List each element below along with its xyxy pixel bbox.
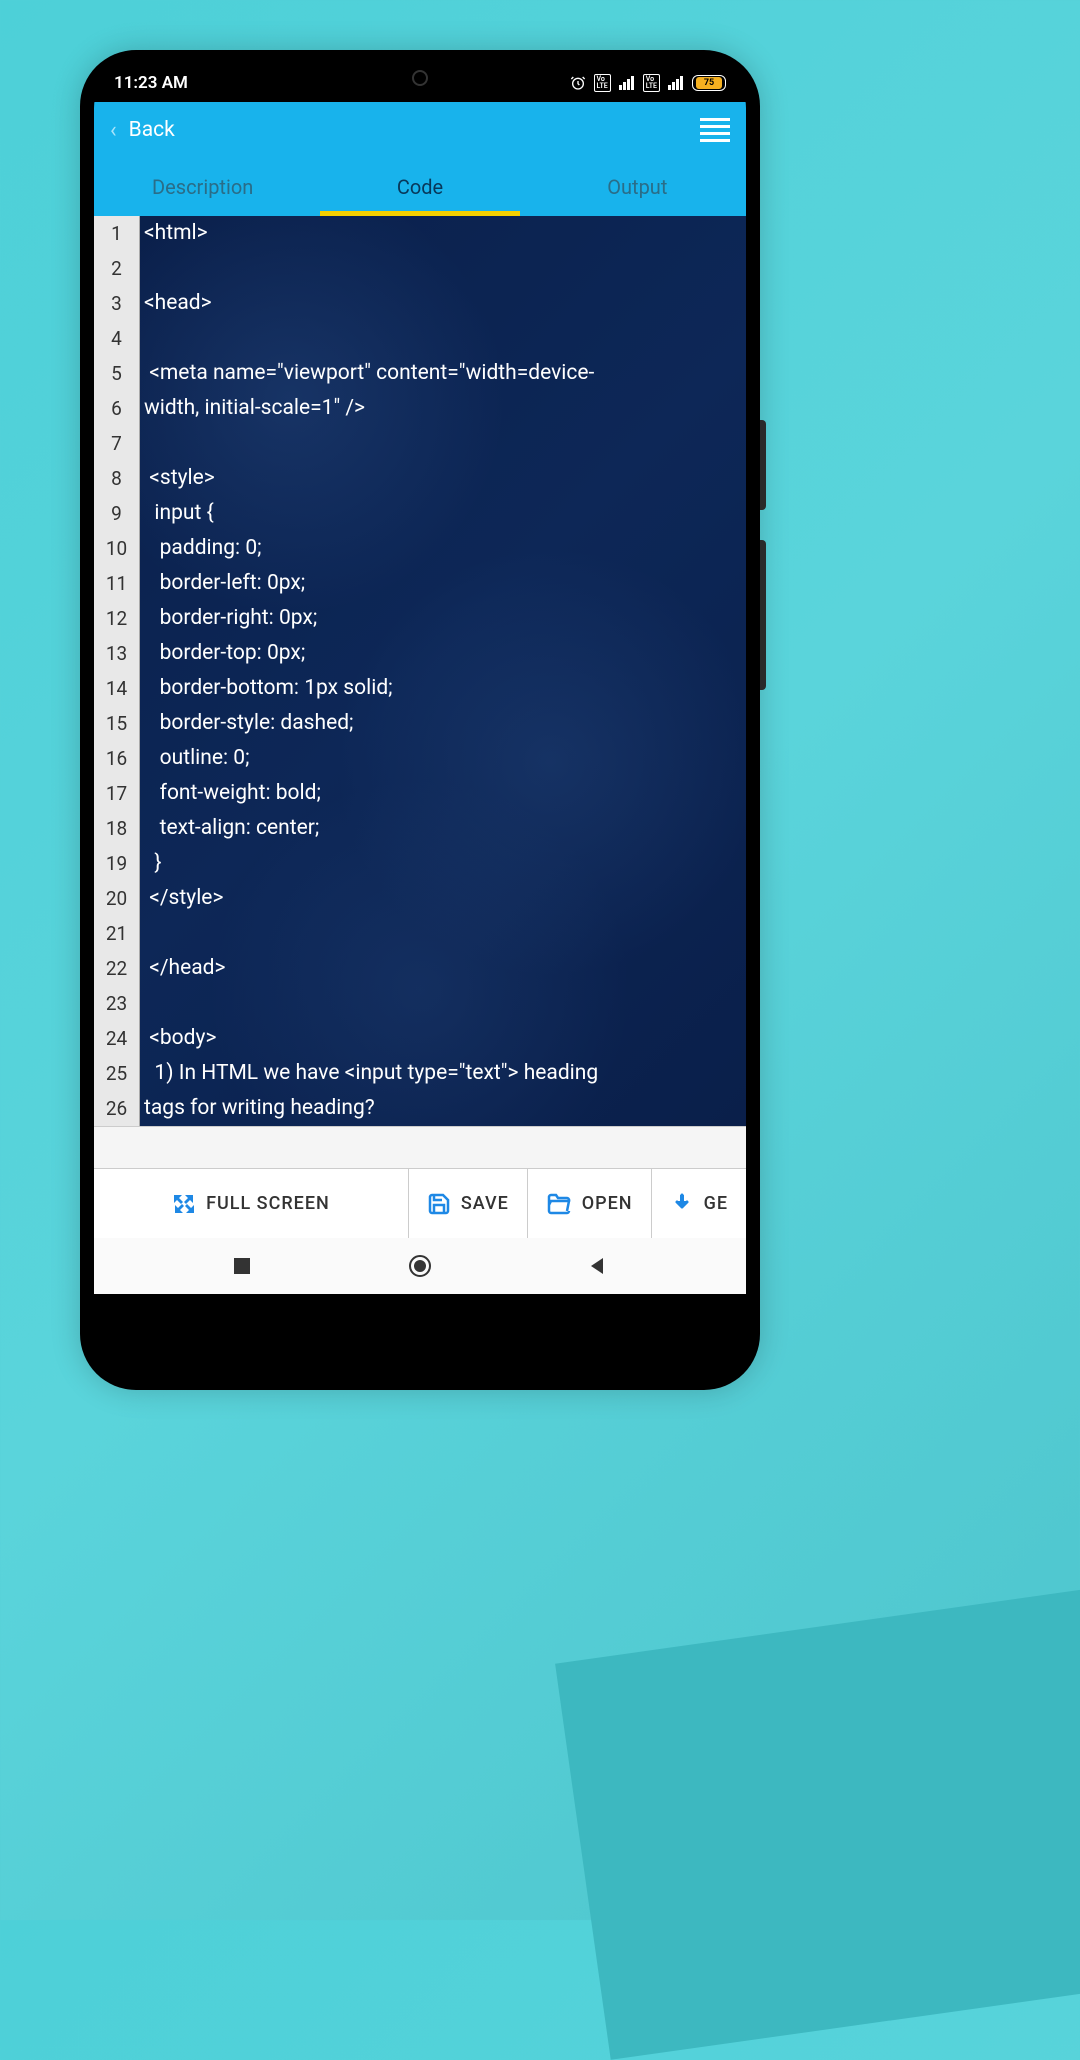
tab-label: Output	[607, 175, 667, 199]
line-number: 21	[94, 916, 139, 951]
button-label: GE	[704, 1193, 728, 1214]
android-nav-bar	[94, 1238, 746, 1294]
code-line: <meta name="viewport" content="width=dev…	[144, 356, 742, 391]
code-line: border-style: dashed;	[144, 706, 742, 741]
tab-code[interactable]: Code	[311, 158, 528, 216]
signal-icon-1	[619, 76, 635, 90]
phone-frame: 11:23 AM VoLTE VoLTE 75	[80, 50, 760, 1390]
battery-level: 75	[696, 77, 722, 89]
save-icon	[427, 1192, 451, 1216]
bottom-toolbar: FULL SCREEN SAVE OPEN GE	[94, 1168, 746, 1238]
get-button[interactable]: GE	[652, 1169, 746, 1238]
nav-back-button[interactable]	[588, 1256, 608, 1276]
line-number: 6	[94, 391, 139, 426]
code-line: <head>	[144, 286, 742, 321]
code-line: border-right: 0px;	[144, 601, 742, 636]
line-number: 23	[94, 986, 139, 1021]
code-line	[144, 251, 742, 286]
code-line: width, initial-scale=1" />	[144, 391, 742, 426]
code-content[interactable]: <html> <head> <meta name="viewport" conte…	[140, 216, 746, 1126]
signal-icon-2	[668, 76, 684, 90]
download-icon	[670, 1192, 694, 1216]
bottom-spacer	[94, 1126, 746, 1168]
code-editor[interactable]: 1234567891011121314151617181920212223242…	[94, 216, 746, 1126]
line-number: 10	[94, 531, 139, 566]
button-label: FULL SCREEN	[206, 1193, 330, 1214]
phone-notch	[320, 64, 520, 92]
code-line: }	[144, 846, 742, 881]
phone-side-button	[760, 420, 766, 510]
fullscreen-icon	[172, 1192, 196, 1216]
code-line: <body>	[144, 1021, 742, 1056]
app-header: ‹ Back	[94, 102, 746, 158]
code-line: border-bottom: 1px solid;	[144, 671, 742, 706]
code-line	[144, 916, 742, 951]
line-number: 5	[94, 356, 139, 391]
code-line: font-weight: bold;	[144, 776, 742, 811]
line-number: 25	[94, 1056, 139, 1091]
button-label: SAVE	[461, 1193, 509, 1214]
back-label: Back	[129, 118, 175, 142]
open-button[interactable]: OPEN	[528, 1169, 652, 1238]
line-number: 22	[94, 951, 139, 986]
line-number: 13	[94, 636, 139, 671]
line-number: 9	[94, 496, 139, 531]
fullscreen-button[interactable]: FULL SCREEN	[94, 1169, 409, 1238]
line-number: 7	[94, 426, 139, 461]
tab-output[interactable]: Output	[529, 158, 746, 216]
tab-label: Description	[152, 175, 253, 199]
line-number: 1	[94, 216, 139, 251]
line-number: 12	[94, 601, 139, 636]
volte-icon-1: VoLTE	[594, 74, 611, 92]
background-decoration	[555, 1580, 1080, 2060]
code-line: border-top: 0px;	[144, 636, 742, 671]
code-line: text-align: center;	[144, 811, 742, 846]
code-line	[144, 321, 742, 356]
code-line: input {	[144, 496, 742, 531]
line-number: 15	[94, 706, 139, 741]
tab-label: Code	[397, 175, 443, 199]
code-line	[144, 986, 742, 1021]
line-number: 26	[94, 1091, 139, 1126]
code-line	[144, 426, 742, 461]
alarm-icon	[570, 75, 586, 91]
back-button[interactable]: ‹ Back	[110, 118, 700, 143]
code-line: tags for writing heading?	[144, 1091, 742, 1126]
code-line: outline: 0;	[144, 741, 742, 776]
line-number: 17	[94, 776, 139, 811]
menu-button[interactable]	[700, 118, 730, 142]
line-number: 2	[94, 251, 139, 286]
nav-recent-button[interactable]	[232, 1256, 252, 1276]
line-number: 18	[94, 811, 139, 846]
line-number-gutter: 1234567891011121314151617181920212223242…	[94, 216, 140, 1126]
line-number: 24	[94, 1021, 139, 1056]
tab-description[interactable]: Description	[94, 158, 311, 216]
code-line: 1) In HTML we have <input type="text"> h…	[144, 1056, 742, 1091]
code-line: </head>	[144, 951, 742, 986]
tabs: Description Code Output	[94, 158, 746, 216]
line-number: 11	[94, 566, 139, 601]
chevron-left-icon: ‹	[110, 118, 117, 143]
nav-home-button[interactable]	[407, 1253, 433, 1279]
save-button[interactable]: SAVE	[409, 1169, 528, 1238]
battery-icon: 75	[692, 75, 726, 91]
line-number: 20	[94, 881, 139, 916]
phone-side-button	[760, 540, 766, 690]
line-number: 16	[94, 741, 139, 776]
code-line: padding: 0;	[144, 531, 742, 566]
line-number: 4	[94, 321, 139, 356]
button-label: OPEN	[582, 1193, 633, 1214]
code-line: <html>	[144, 216, 742, 251]
code-line: </style>	[144, 881, 742, 916]
line-number: 3	[94, 286, 139, 321]
line-number: 19	[94, 846, 139, 881]
folder-open-icon	[546, 1192, 572, 1216]
code-line: <style>	[144, 461, 742, 496]
line-number: 14	[94, 671, 139, 706]
code-line: border-left: 0px;	[144, 566, 742, 601]
status-time: 11:23 AM	[114, 73, 188, 93]
volte-icon-2: VoLTE	[643, 74, 660, 92]
line-number: 8	[94, 461, 139, 496]
